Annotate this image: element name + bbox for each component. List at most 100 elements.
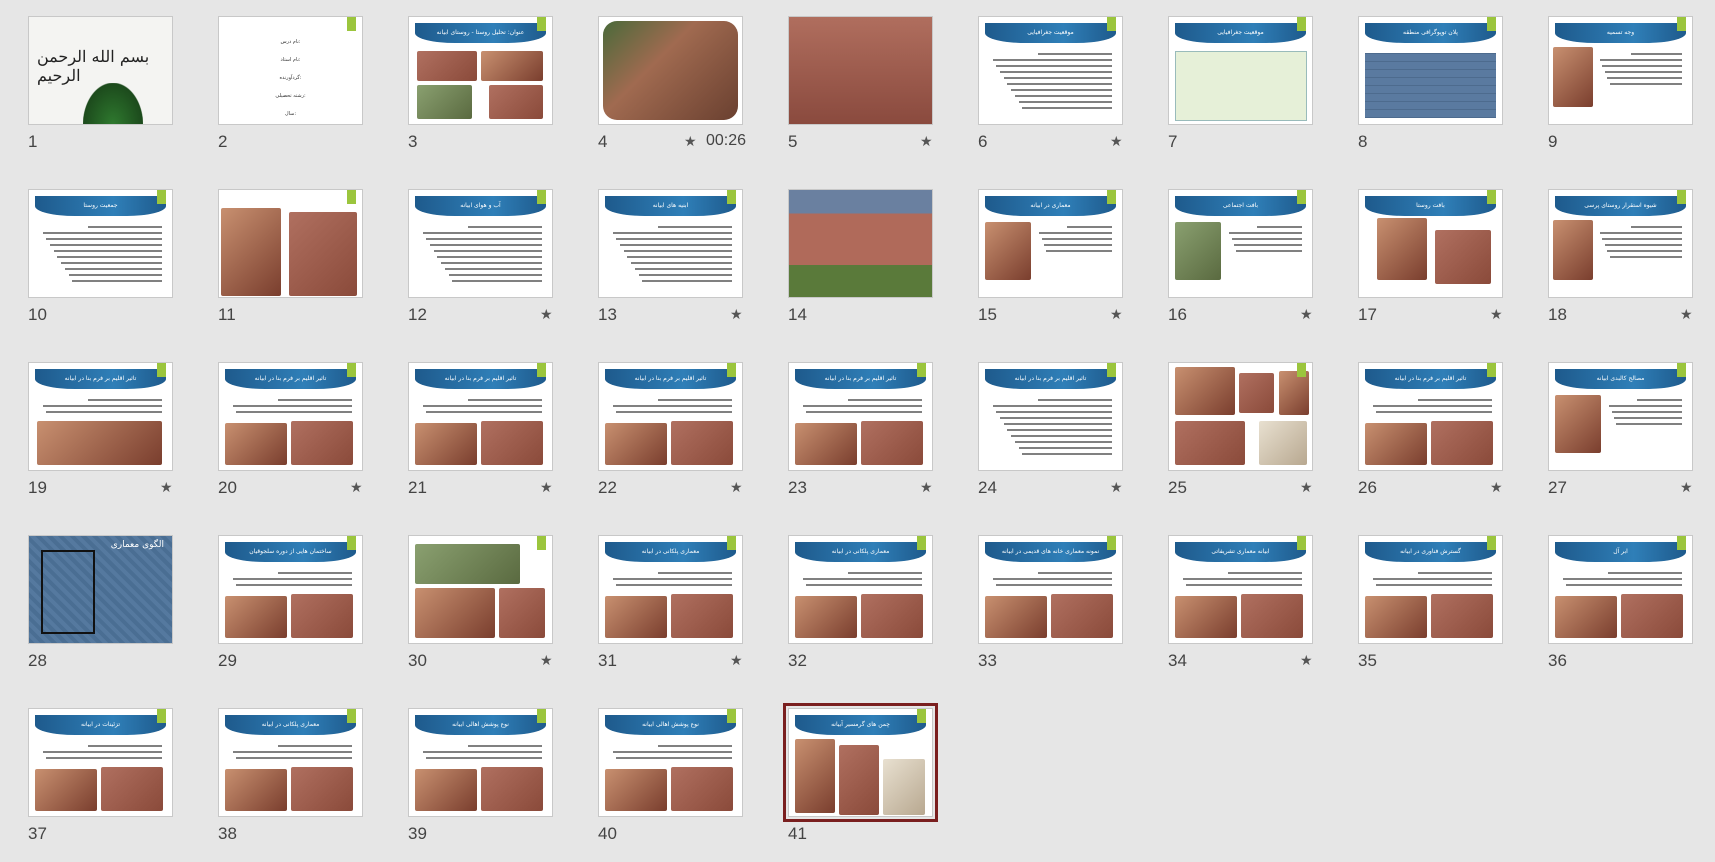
slide-preview[interactable]: بسم الله الرحمن الرحیم	[28, 16, 173, 125]
slide-preview[interactable]: چمن های گرمسیر آبیانه	[783, 703, 938, 822]
slide-preview[interactable]: وجه تسمیه	[1548, 16, 1693, 125]
slide-thumbnail-9[interactable]: وجه تسمیه 9	[1520, 0, 1710, 170]
slide-preview[interactable]: تاثیر اقلیم بر فرم بنا در ابیانه	[408, 362, 553, 471]
slide-thumbnail-6[interactable]: موقعیت جغرافیایی 6 ★	[950, 0, 1140, 170]
slide-thumbnail-36[interactable]: ابر آل 36	[1520, 519, 1710, 689]
slide-thumbnail-19[interactable]: تاثیر اقلیم بر فرم بنا در ابیانه 19 ★	[0, 346, 190, 516]
animation-star-icon[interactable]: ★	[730, 307, 743, 323]
slide-preview[interactable]: نوع پوشش اهالی ابیانه	[408, 708, 553, 817]
slide-thumbnail-13[interactable]: ابنیه های ابیانه 13 ★	[570, 173, 760, 343]
slide-preview[interactable]: الگوی معماری	[28, 535, 173, 644]
animation-star-icon[interactable]: ★	[1680, 307, 1693, 323]
slide-preview[interactable]: نوع پوشش اهالی ابیانه	[598, 708, 743, 817]
slide-thumbnail-25[interactable]: 25 ★	[1140, 346, 1330, 516]
animation-star-icon[interactable]: ★	[730, 480, 743, 496]
slide-thumbnail-10[interactable]: جمعیت روستا 10	[0, 173, 190, 343]
animation-star-icon[interactable]: ★	[540, 307, 553, 323]
slide-preview[interactable]: مصالح کالبدی ابیانه	[1548, 362, 1693, 471]
animation-star-icon[interactable]: ★	[350, 480, 363, 496]
animation-star-icon[interactable]: ★	[160, 480, 173, 496]
slide-preview[interactable]: گسترش فناوری در ابیانه	[1358, 535, 1503, 644]
slide-thumbnail-16[interactable]: بافت اجتماعی 16 ★	[1140, 173, 1330, 343]
slide-thumbnail-5[interactable]: 5 ★	[760, 0, 950, 170]
slide-thumbnail-11[interactable]: 11	[190, 173, 380, 343]
slide-thumbnail-21[interactable]: تاثیر اقلیم بر فرم بنا در ابیانه 21 ★	[380, 346, 570, 516]
slide-preview[interactable]: بافت اجتماعی	[1168, 189, 1313, 298]
slide-thumbnail-17[interactable]: بافت روستا 17 ★	[1330, 173, 1520, 343]
slide-thumbnail-15[interactable]: معماری در ابیانه 15 ★	[950, 173, 1140, 343]
slide-preview[interactable]: پلان توپوگرافی منطقه	[1358, 16, 1503, 125]
slide-thumbnail-37[interactable]: تزئینات در ابیانه 37	[0, 692, 190, 862]
slide-thumbnail-34[interactable]: ابیانه معماری تشریفاتی 34 ★	[1140, 519, 1330, 689]
slide-thumbnail-12[interactable]: آب و هوای ابیانه 12 ★	[380, 173, 570, 343]
slide-thumbnail-41[interactable]: چمن های گرمسیر آبیانه 41	[760, 692, 950, 862]
slide-preview[interactable]: عنوان: تحلیل روستا - روستای ابیانه	[408, 16, 553, 125]
slide-preview[interactable]: بافت روستا	[1358, 189, 1503, 298]
animation-star-icon[interactable]: ★	[920, 480, 933, 496]
slide-thumbnail-26[interactable]: تاثیر اقلیم بر فرم بنا در ابیانه 26 ★	[1330, 346, 1520, 516]
slide-preview[interactable]: ساختمان هایی از دوره سلجوقیان	[218, 535, 363, 644]
slide-thumbnail-1[interactable]: بسم الله الرحمن الرحیم 1	[0, 0, 190, 170]
animation-star-icon[interactable]: ★	[1490, 307, 1503, 323]
slide-preview[interactable]: نام درس: نام استاد: گردآورنده: رشته تحصیلی:…	[218, 16, 363, 125]
slide-preview[interactable]	[788, 189, 933, 298]
slide-thumbnail-22[interactable]: تاثیر اقلیم بر فرم بنا در ابیانه 22 ★	[570, 346, 760, 516]
slide-thumbnail-20[interactable]: تاثیر اقلیم بر فرم بنا در ابیانه 20 ★	[190, 346, 380, 516]
slide-preview[interactable]: تاثیر اقلیم بر فرم بنا در ابیانه	[788, 362, 933, 471]
slide-thumbnail-3[interactable]: عنوان: تحلیل روستا - روستای ابیانه 3	[380, 0, 570, 170]
slide-thumbnail-35[interactable]: گسترش فناوری در ابیانه 35	[1330, 519, 1520, 689]
slide-thumbnail-27[interactable]: مصالح کالبدی ابیانه 27 ★	[1520, 346, 1710, 516]
slide-thumbnail-23[interactable]: تاثیر اقلیم بر فرم بنا در ابیانه 23 ★	[760, 346, 950, 516]
animation-star-icon[interactable]: ★	[1110, 307, 1123, 323]
slide-preview[interactable]	[598, 16, 743, 125]
slide-thumbnail-8[interactable]: پلان توپوگرافی منطقه 8	[1330, 0, 1520, 170]
slide-preview[interactable]: نمونه معماری خانه های قدیمی در ابیانه	[978, 535, 1123, 644]
slide-preview[interactable]: تاثیر اقلیم بر فرم بنا در ابیانه	[978, 362, 1123, 471]
slide-preview[interactable]	[218, 189, 363, 298]
slide-thumbnail-39[interactable]: نوع پوشش اهالی ابیانه 39	[380, 692, 570, 862]
animation-star-icon[interactable]: ★	[1490, 480, 1503, 496]
slide-thumbnail-18[interactable]: شیوه استقرار روستای پرسی 18 ★	[1520, 173, 1710, 343]
slide-preview[interactable]: ابیانه معماری تشریفاتی	[1168, 535, 1313, 644]
slide-preview[interactable]: جمعیت روستا	[28, 189, 173, 298]
slide-thumbnail-29[interactable]: ساختمان هایی از دوره سلجوقیان 29	[190, 519, 380, 689]
slide-thumbnail-40[interactable]: نوع پوشش اهالی ابیانه 40	[570, 692, 760, 862]
animation-star-icon[interactable]: ★	[1300, 480, 1313, 496]
slide-thumbnail-33[interactable]: نمونه معماری خانه های قدیمی در ابیانه 33	[950, 519, 1140, 689]
slide-preview[interactable]	[1168, 362, 1313, 471]
slide-thumbnail-38[interactable]: معماری پلکانی در ابیانه 38	[190, 692, 380, 862]
slide-thumbnail-7[interactable]: موقعیت جغرافیایی 7	[1140, 0, 1330, 170]
slide-preview[interactable]: تاثیر اقلیم بر فرم بنا در ابیانه	[598, 362, 743, 471]
slide-thumbnail-14[interactable]: 14	[760, 173, 950, 343]
slide-preview[interactable]: آب و هوای ابیانه	[408, 189, 553, 298]
animation-star-icon[interactable]: ★	[1300, 307, 1313, 323]
slide-preview[interactable]: شیوه استقرار روستای پرسی	[1548, 189, 1693, 298]
slide-preview[interactable]: موقعیت جغرافیایی	[978, 16, 1123, 125]
slide-preview[interactable]: تاثیر اقلیم بر فرم بنا در ابیانه	[28, 362, 173, 471]
slide-thumbnail-24[interactable]: تاثیر اقلیم بر فرم بنا در ابیانه 24 ★	[950, 346, 1140, 516]
slide-thumbnail-2[interactable]: نام درس: نام استاد: گردآورنده: رشته تحصیلی:…	[190, 0, 380, 170]
slide-preview[interactable]: تزئینات در ابیانه	[28, 708, 173, 817]
animation-star-icon[interactable]: ★	[684, 134, 697, 150]
animation-star-icon[interactable]: ★	[1110, 480, 1123, 496]
slide-preview[interactable]: موقعیت جغرافیایی	[1168, 16, 1313, 125]
animation-star-icon[interactable]: ★	[1300, 653, 1313, 669]
slide-thumbnail-30[interactable]: 30 ★	[380, 519, 570, 689]
slide-preview[interactable]	[408, 535, 553, 644]
animation-star-icon[interactable]: ★	[920, 134, 933, 150]
animation-star-icon[interactable]: ★	[1110, 134, 1123, 150]
slide-preview[interactable]: تاثیر اقلیم بر فرم بنا در ابیانه	[218, 362, 363, 471]
slide-thumbnail-28[interactable]: الگوی معماری 28	[0, 519, 190, 689]
slide-thumbnail-32[interactable]: معماری پلکانی در ابیانه 32	[760, 519, 950, 689]
slide-preview[interactable]: معماری پلکانی در ابیانه	[788, 535, 933, 644]
slide-preview[interactable]	[788, 16, 933, 125]
slide-thumbnail-4[interactable]: 4 00:26 ★	[570, 0, 760, 170]
slide-preview[interactable]: معماری در ابیانه	[978, 189, 1123, 298]
animation-star-icon[interactable]: ★	[1680, 480, 1693, 496]
slide-preview[interactable]: ابنیه های ابیانه	[598, 189, 743, 298]
slide-preview[interactable]: معماری پلکانی در ابیانه	[598, 535, 743, 644]
animation-star-icon[interactable]: ★	[730, 653, 743, 669]
slide-preview[interactable]: تاثیر اقلیم بر فرم بنا در ابیانه	[1358, 362, 1503, 471]
animation-star-icon[interactable]: ★	[540, 480, 553, 496]
slide-thumbnail-31[interactable]: معماری پلکانی در ابیانه 31 ★	[570, 519, 760, 689]
